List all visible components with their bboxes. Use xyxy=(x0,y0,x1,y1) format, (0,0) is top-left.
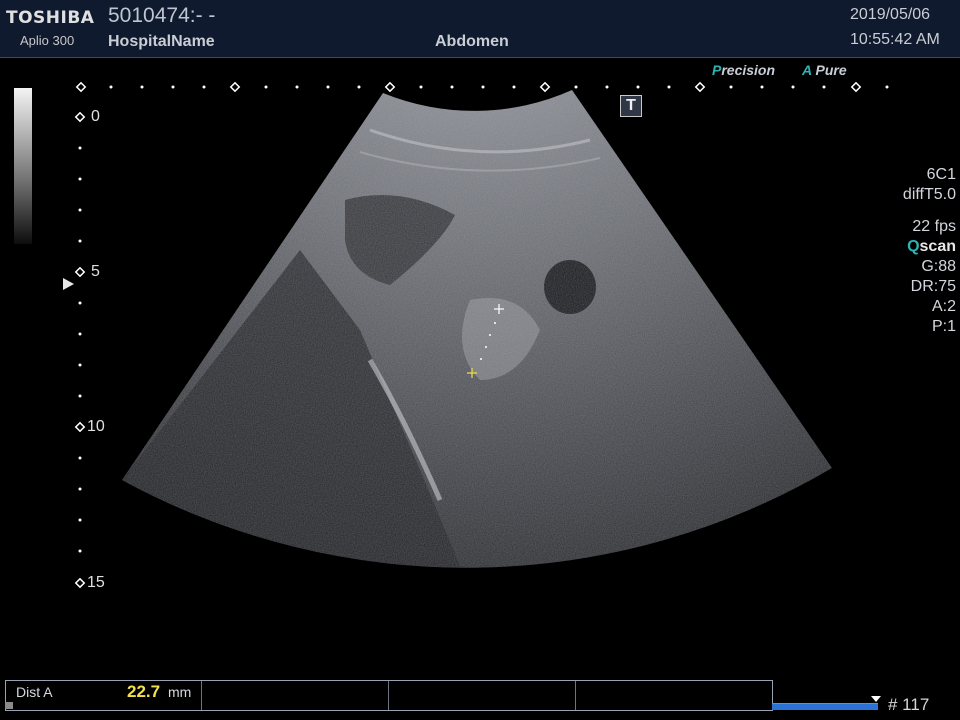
measurement-cell-empty xyxy=(202,681,389,710)
imaging-parameters: 6C1 diffT5.0 22 fps Qscan G:88 DR:75 A:2… xyxy=(903,165,956,337)
a-value: A:2 xyxy=(931,298,956,315)
depth-label-10: 10 xyxy=(87,418,105,435)
measurement-cell-empty xyxy=(576,681,771,710)
depth-scale xyxy=(74,111,86,589)
measurement-cell-empty xyxy=(389,681,576,710)
measurement-name: Dist A xyxy=(16,684,53,700)
cine-progress-bar[interactable] xyxy=(772,703,878,710)
depth-label-0: 0 xyxy=(91,108,100,125)
dynamic-range-value: DR:75 xyxy=(910,278,956,295)
depth-label-15: 15 xyxy=(87,574,105,591)
lateral-scale xyxy=(75,81,889,93)
ultrasound-image[interactable] xyxy=(0,0,960,720)
gain-value: G:88 xyxy=(921,258,956,275)
depth-label-5: 5 xyxy=(91,263,100,280)
frame-number: # 117 xyxy=(888,695,930,714)
cine-marker-icon[interactable] xyxy=(871,696,881,702)
corner-indicator xyxy=(5,702,13,709)
measurement-cell-dist-a[interactable]: Dist A 22.7 mm xyxy=(6,681,202,710)
imaging-mode: diffT5.0 xyxy=(902,186,956,203)
probe-name: 6C1 xyxy=(926,166,956,183)
measurement-value: 22.7 xyxy=(127,682,161,701)
body-mark-t-icon[interactable]: T xyxy=(620,95,642,117)
qscan-label: Qscan xyxy=(907,238,956,255)
measurement-bar: Dist A 22.7 mm xyxy=(5,680,773,711)
p-value: P:1 xyxy=(931,318,956,335)
frame-rate: 22 fps xyxy=(912,218,956,235)
measurement-unit: mm xyxy=(168,684,192,700)
